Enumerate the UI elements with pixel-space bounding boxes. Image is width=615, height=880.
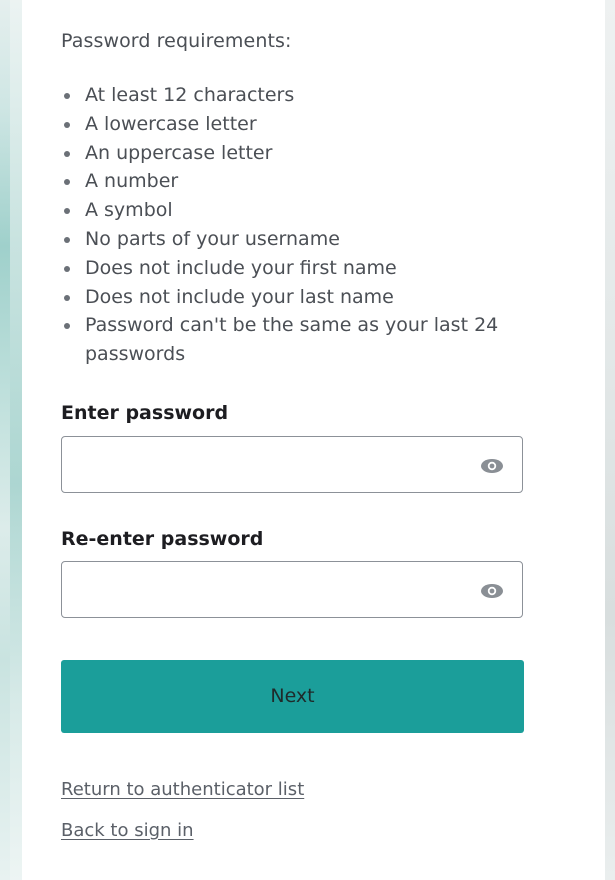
- requirement-item: An uppercase letter: [61, 139, 531, 168]
- requirement-item: A lowercase letter: [61, 110, 531, 139]
- requirement-item: A symbol: [61, 196, 531, 225]
- next-button[interactable]: Next: [61, 660, 524, 733]
- bullet-icon: [64, 150, 70, 157]
- bullet-icon: [64, 294, 70, 301]
- bullet-icon: [64, 208, 70, 215]
- bullet-icon: [64, 121, 70, 128]
- eye-icon[interactable]: [480, 583, 504, 599]
- requirement-item: No parts of your username: [61, 225, 531, 254]
- requirement-text: Does not include your last name: [85, 285, 394, 308]
- page: Password requirements: At least 12 chara…: [0, 0, 615, 880]
- requirement-item: A number: [61, 167, 531, 196]
- requirement-item: Does not include your last name: [61, 283, 531, 312]
- requirement-item: Does not include your first name: [61, 254, 531, 283]
- bullet-icon: [64, 323, 70, 330]
- back-to-sign-in-link[interactable]: Back to sign in: [61, 820, 194, 841]
- bullet-icon: [64, 236, 70, 243]
- reenter-password-label: Re-enter password: [61, 528, 264, 550]
- reenter-password-field-wrapper: [61, 561, 523, 618]
- enter-password-label: Enter password: [61, 402, 229, 424]
- bullet-icon: [64, 179, 70, 186]
- reenter-password-input[interactable]: [62, 562, 462, 617]
- requirement-text: At least 12 characters: [85, 84, 295, 106]
- return-to-authenticator-list-link[interactable]: Return to authenticator list: [61, 779, 304, 800]
- bullet-icon: [64, 265, 70, 272]
- bullet-icon: [64, 93, 70, 99]
- requirements-list: At least 12 characters A lowercase lette…: [61, 81, 531, 369]
- requirement-item: At least 12 characters: [61, 81, 531, 110]
- enter-password-input[interactable]: [62, 437, 462, 492]
- requirements-title: Password requirements:: [61, 30, 292, 52]
- background-left-shade: [10, 0, 22, 880]
- requirement-text: Password can't be the same as your last …: [85, 314, 499, 366]
- requirement-text: A lowercase letter: [85, 112, 257, 135]
- background-right-strip: [605, 0, 615, 880]
- eye-icon[interactable]: [480, 458, 504, 474]
- requirement-text: A number: [85, 170, 179, 193]
- requirement-text: An uppercase letter: [85, 141, 273, 164]
- requirement-text: A symbol: [85, 199, 173, 222]
- requirement-item: Password can't be the same as your last …: [61, 311, 531, 369]
- requirement-text: No parts of your username: [85, 227, 340, 250]
- requirement-text: Does not include your first name: [85, 256, 397, 279]
- enter-password-field-wrapper: [61, 436, 523, 493]
